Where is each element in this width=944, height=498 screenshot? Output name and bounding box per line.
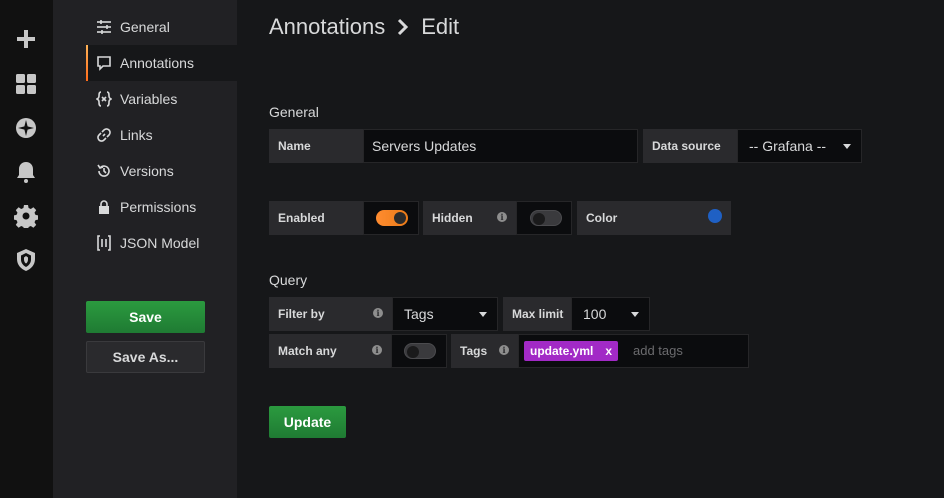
filter-by-label-text: Filter by — [278, 307, 325, 321]
variable-icon — [96, 91, 112, 107]
breadcrumb-parent[interactable]: Annotations — [269, 14, 385, 40]
enabled-field — [363, 201, 419, 235]
json-icon — [96, 235, 112, 251]
sidebar-item-label: JSON Model — [120, 235, 200, 251]
color-swatch[interactable] — [708, 209, 722, 223]
shield-icon[interactable] — [12, 246, 40, 274]
update-button[interactable]: Update — [269, 406, 346, 438]
alerting-icon[interactable] — [12, 158, 40, 186]
info-icon[interactable]: i — [373, 308, 383, 318]
sidebar-item-variables[interactable]: Variables — [86, 81, 237, 117]
sidebar-item-general[interactable]: General — [86, 9, 237, 45]
sidebar-item-permissions[interactable]: Permissions — [86, 189, 237, 225]
info-icon[interactable]: i — [497, 212, 507, 222]
explore-icon[interactable] — [12, 114, 40, 142]
filter-by-select[interactable]: Tags — [392, 297, 498, 331]
settings-sidebar: General Annotations Variables Links Vers… — [53, 0, 237, 498]
match-any-label: Match any i — [269, 334, 391, 368]
sliders-icon — [96, 19, 112, 35]
tags-label-text: Tags — [460, 344, 488, 358]
max-limit-select[interactable]: 100 — [571, 297, 650, 331]
general-section-title: General — [269, 104, 319, 120]
tags-placeholder[interactable]: add tags — [633, 343, 683, 358]
tag-chip-label: update.yml — [530, 344, 594, 358]
hidden-toggle[interactable] — [530, 210, 562, 226]
chevron-down-icon — [631, 312, 639, 317]
color-label-text: Color — [586, 211, 618, 225]
sidebar-item-label: Versions — [120, 163, 174, 179]
lock-icon — [96, 199, 112, 215]
chevron-down-icon — [479, 312, 487, 317]
hidden-label-text: Hidden — [432, 211, 473, 225]
sidebar-item-label: Permissions — [120, 199, 197, 215]
name-label: Name — [269, 129, 363, 163]
tags-label: Tags i — [451, 334, 518, 368]
sidebar-item-annotations[interactable]: Annotations — [86, 45, 237, 81]
filter-by-value: Tags — [404, 306, 434, 322]
enabled-toggle[interactable] — [376, 210, 408, 226]
nav-rail — [0, 0, 53, 498]
close-icon[interactable]: x — [605, 344, 612, 358]
tags-input-field[interactable]: update.yml x add tags — [518, 334, 749, 368]
breadcrumb-current: Edit — [421, 14, 460, 39]
datasource-select[interactable]: -- Grafana -- — [737, 129, 862, 163]
save-as-button[interactable]: Save As... — [86, 341, 205, 373]
query-section-title: Query — [269, 272, 308, 288]
hidden-label: Hidden i — [423, 201, 516, 235]
hidden-field — [516, 201, 572, 235]
max-limit-value: 100 — [583, 306, 607, 322]
sidebar-item-label: Links — [120, 127, 153, 143]
match-any-field — [391, 334, 447, 368]
sidebar-item-links[interactable]: Links — [86, 117, 237, 153]
enabled-label: Enabled — [269, 201, 363, 235]
breadcrumb: Annotations Edit — [269, 14, 459, 40]
name-input[interactable]: Servers Updates — [363, 129, 638, 163]
info-icon[interactable]: i — [372, 345, 382, 355]
match-any-label-text: Match any — [278, 344, 337, 358]
info-icon[interactable]: i — [499, 345, 509, 355]
match-any-toggle[interactable] — [404, 343, 436, 359]
datasource-value: -- Grafana -- — [749, 138, 827, 154]
save-button[interactable]: Save — [86, 301, 205, 333]
sidebar-item-json-model[interactable]: JSON Model — [86, 225, 237, 261]
configuration-icon[interactable] — [12, 202, 40, 230]
sidebar-item-label: Variables — [120, 91, 178, 107]
datasource-label: Data source — [643, 129, 737, 163]
filter-by-label: Filter by i — [269, 297, 392, 331]
max-limit-label: Max limit — [503, 297, 571, 331]
dashboards-icon[interactable] — [12, 70, 40, 98]
plus-icon[interactable] — [12, 25, 40, 53]
sidebar-item-label: Annotations — [120, 55, 194, 71]
tag-chip[interactable]: update.yml x — [524, 341, 619, 361]
chevron-down-icon — [843, 144, 851, 149]
sidebar-item-versions[interactable]: Versions — [86, 153, 237, 189]
sidebar-item-label: General — [120, 19, 170, 35]
comment-icon — [96, 55, 112, 71]
history-icon — [96, 163, 112, 179]
link-icon — [96, 127, 112, 143]
chevron-right-icon — [395, 18, 411, 36]
